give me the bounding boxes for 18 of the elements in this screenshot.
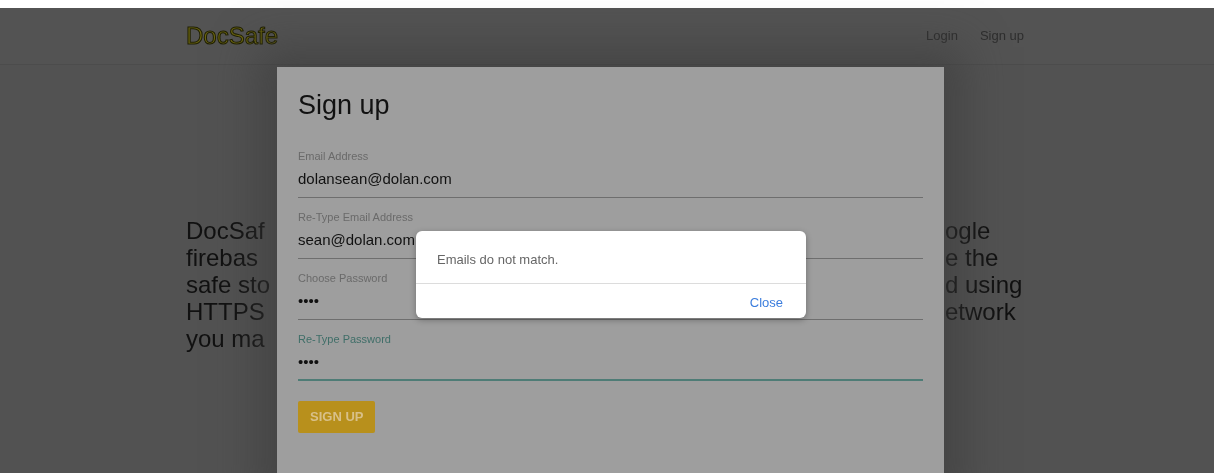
paragraph-fragment: DocSaf [186, 217, 266, 244]
signup-button[interactable]: SIGN UP [298, 401, 376, 433]
field-value: sean@dolan.com [298, 230, 415, 250]
field-value: •••• [298, 352, 319, 372]
paragraph-fragment: firebas [186, 244, 260, 271]
paragraph-fragment: you ma [186, 325, 266, 352]
logo[interactable]: DocSafe [186, 24, 279, 48]
paragraph-fragment: etwork [945, 298, 1017, 325]
input-field[interactable]: Re-Type Password •••• [298, 332, 923, 381]
close-button[interactable]: Close [749, 293, 783, 313]
field-value: •••• [298, 291, 319, 311]
paragraph-fragment: safe sto [186, 271, 272, 298]
alert-message: Emails do not match. [436, 251, 560, 269]
paragraph-fragment: ogle [945, 217, 992, 244]
field-value: dolansean@dolan.com [298, 169, 452, 189]
modal-title: Sign up [298, 89, 391, 122]
paragraph-fragment: HTTPS [186, 298, 266, 325]
field-label: Re-Type Password [298, 332, 391, 346]
